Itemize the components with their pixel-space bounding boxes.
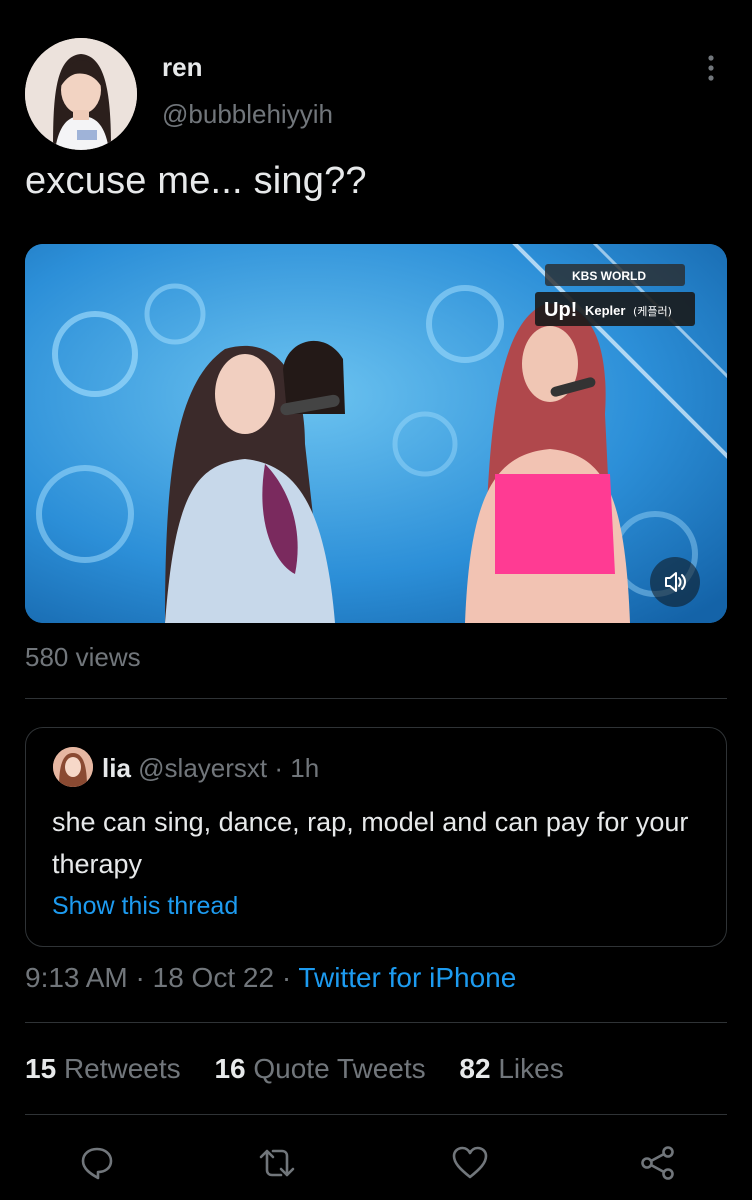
view-count: 580 views	[25, 642, 141, 672]
reply-icon[interactable]	[77, 1143, 117, 1183]
author-handle[interactable]: @bubblehiyyih	[162, 99, 333, 130]
quoted-author-avatar[interactable]	[53, 747, 93, 787]
retweets-stat[interactable]: 15 Retweets	[25, 1053, 181, 1084]
share-icon[interactable]	[638, 1143, 678, 1183]
speaker-icon	[665, 572, 686, 592]
author-avatar[interactable]	[25, 38, 137, 150]
meta-separator: ·	[135, 962, 145, 993]
meta-separator: ·	[281, 962, 292, 993]
tweet-video[interactable]: KBS WORLD Up! Kepler (케플러)	[25, 244, 727, 623]
quoted-header: lia @slayersxt · 1h	[102, 753, 319, 784]
author-display-name[interactable]: ren	[162, 52, 202, 83]
show-thread-link[interactable]: Show this thread	[52, 892, 238, 921]
quotes-label: Quote Tweets	[253, 1053, 426, 1084]
caption-artist: Kepler	[585, 303, 625, 318]
tweet-metadata: 9:13 AM · 18 Oct 22 · Twitter for iPhone	[25, 962, 516, 994]
quoted-time: · 1h	[274, 753, 320, 783]
retweets-count: 15	[25, 1053, 57, 1084]
retweets-label: Retweets	[63, 1053, 181, 1084]
likes-count: 82	[459, 1053, 491, 1084]
quoted-author-name[interactable]: lia	[102, 753, 131, 783]
divider	[25, 1114, 727, 1115]
caption-korean: (케플러)	[633, 305, 672, 318]
retweet-icon[interactable]	[257, 1143, 297, 1183]
likes-label: Likes	[498, 1053, 564, 1084]
tweet-text: excuse me... sing??	[25, 160, 367, 202]
engagement-stats: 15 Retweets 16 Quote Tweets 82 Likes	[25, 1053, 590, 1085]
divider	[25, 1022, 727, 1023]
tweet-date[interactable]: 18 Oct 22	[153, 962, 274, 993]
quoted-author-handle[interactable]: @slayersxt	[138, 753, 267, 783]
caption-prefix: Up!	[544, 299, 577, 321]
channel-logo: KBS WORLD	[572, 269, 646, 283]
more-vertical-icon[interactable]	[700, 52, 722, 84]
likes-stat[interactable]: 82 Likes	[459, 1053, 563, 1084]
quotes-count: 16	[214, 1053, 246, 1084]
quoted-tweet-card[interactable]: lia @slayersxt · 1h she can sing, dance,…	[25, 727, 727, 947]
like-icon[interactable]	[450, 1143, 490, 1183]
quote-tweets-stat[interactable]: 16 Quote Tweets	[214, 1053, 425, 1084]
tweet-time[interactable]: 9:13 AM	[25, 962, 128, 993]
quoted-tweet-text: she can sing, dance, rap, model and can …	[52, 807, 689, 879]
divider	[25, 698, 727, 699]
tweet-source-link[interactable]: Twitter for iPhone	[298, 962, 516, 993]
volume-button[interactable]	[650, 557, 700, 607]
